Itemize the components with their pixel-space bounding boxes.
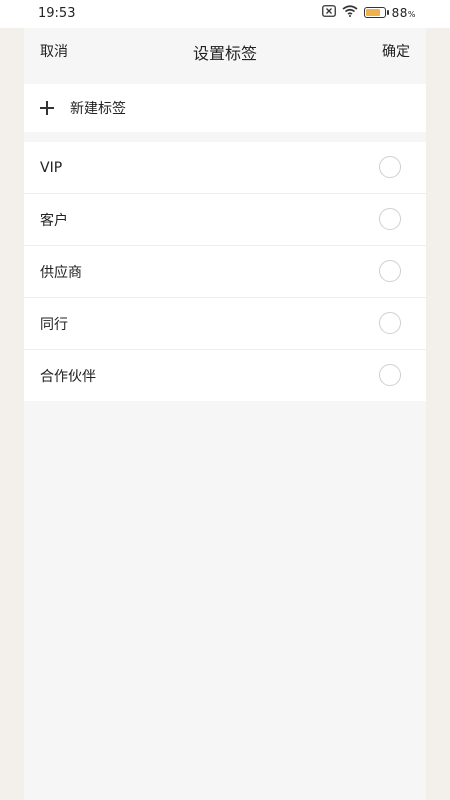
tag-radio[interactable]	[379, 260, 401, 282]
battery-icon	[363, 7, 389, 18]
tag-label: 合作伙伴	[40, 368, 96, 385]
confirm-button[interactable]: 确定	[382, 41, 410, 61]
tag-radio[interactable]	[379, 312, 401, 334]
sim-x-icon	[321, 5, 336, 20]
battery-percentage: 88%	[392, 6, 416, 20]
wifi-icon	[342, 5, 358, 20]
tag-settings-panel: 取消 设置标签 确定 新建标签 VIP 客户 供应商 同行 合作伙伴	[24, 28, 426, 800]
battery-fill	[365, 9, 380, 16]
tag-row-vip[interactable]: VIP	[24, 142, 426, 194]
status-time: 19:53	[38, 6, 76, 21]
tag-row-customer[interactable]: 客户	[24, 194, 426, 246]
battery-unit: %	[407, 9, 416, 19]
plus-icon	[40, 101, 54, 115]
tag-label: 同行	[40, 316, 68, 333]
tag-row-supplier[interactable]: 供应商	[24, 246, 426, 298]
tag-row-peer[interactable]: 同行	[24, 298, 426, 350]
screen: 19:53 88% 取消 设置标签 确定 新建标签 VIP 客户 供应商 同行 …	[0, 0, 450, 800]
tag-label: VIP	[40, 159, 63, 176]
tag-label: 客户	[40, 212, 68, 229]
tag-label: 供应商	[40, 264, 82, 281]
page-title: 设置标签	[192, 44, 257, 63]
tag-row-partner[interactable]: 合作伙伴	[24, 350, 426, 401]
tag-radio[interactable]	[379, 208, 401, 230]
battery-level: 88	[391, 5, 408, 20]
status-icons: 88%	[321, 5, 416, 20]
new-tag-button[interactable]: 新建标签	[24, 84, 426, 132]
new-tag-label: 新建标签	[70, 101, 126, 117]
status-bar: 19:53 88%	[0, 0, 450, 28]
header: 取消 设置标签 确定	[24, 28, 426, 74]
tag-radio[interactable]	[379, 156, 401, 178]
tag-radio[interactable]	[379, 364, 401, 386]
tag-list: VIP 客户 供应商 同行 合作伙伴	[24, 142, 426, 401]
